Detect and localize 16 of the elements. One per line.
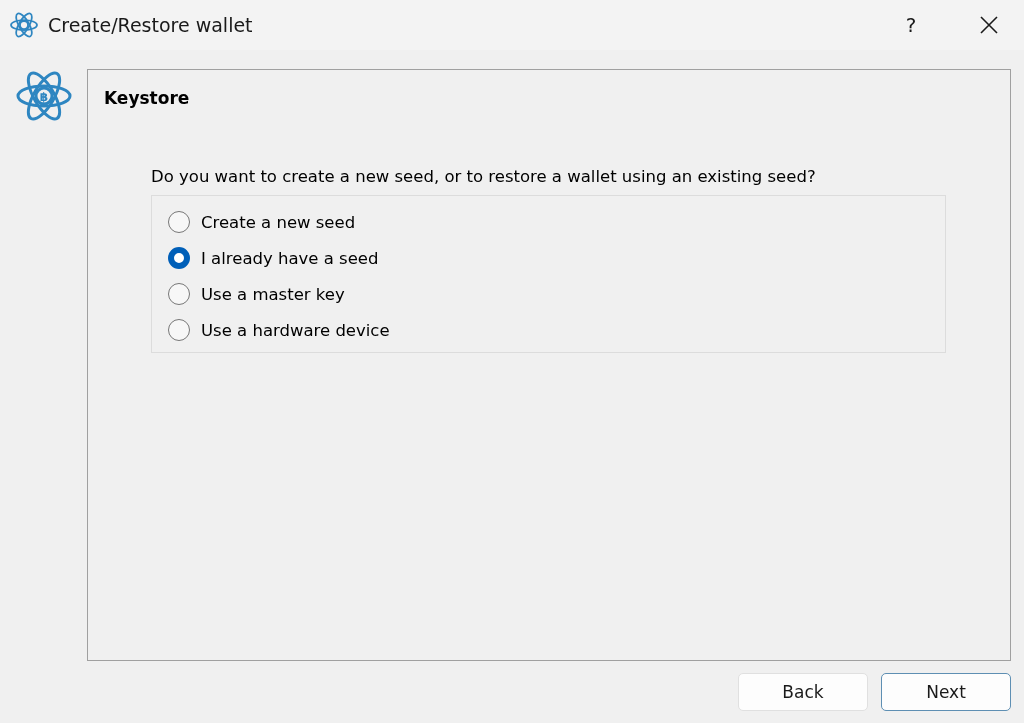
radio-button[interactable] (168, 319, 190, 341)
question-text: Do you want to create a new seed, or to restore a wallet using an existing seed? (151, 167, 817, 186)
app-logo-icon (10, 12, 38, 38)
radio-option[interactable]: I already have a seed (168, 246, 929, 270)
radio-button[interactable] (168, 283, 190, 305)
radio-option[interactable]: Create a new seed (168, 210, 929, 234)
radio-option[interactable]: Use a master key (168, 282, 929, 306)
help-button[interactable]: ? (888, 5, 934, 45)
window-title: Create/Restore wallet (48, 14, 254, 36)
page-title: Keystore (104, 88, 191, 108)
wizard-button[interactable]: Back (738, 673, 868, 711)
wizard-button[interactable]: Next (881, 673, 1011, 711)
radio-option[interactable]: Use a hardware device (168, 318, 929, 342)
radio-button[interactable] (168, 211, 190, 233)
radio-button[interactable] (168, 247, 190, 269)
close-icon (980, 16, 998, 34)
